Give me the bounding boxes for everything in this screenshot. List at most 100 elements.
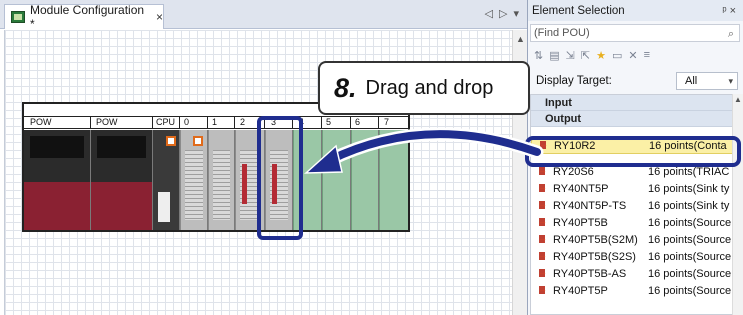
- slot-label: 0: [184, 117, 190, 127]
- item-description: 16 points(Sink ty: [648, 183, 730, 195]
- tab-bar: Module Configuration * × ◁ ▷ ▾: [0, 0, 527, 31]
- scroll-up-icon[interactable]: ▲: [734, 95, 742, 104]
- item-name: RY40PT5B(S2M): [553, 234, 638, 246]
- slot-label: 5: [326, 117, 332, 127]
- display-target-row: Display Target: All ▾: [530, 70, 740, 92]
- tab-close-icon[interactable]: ×: [156, 10, 163, 24]
- item-name: RY40NT5P-TS: [553, 200, 627, 212]
- cpu-module[interactable]: [153, 130, 179, 230]
- scroll-up-icon[interactable]: ▲: [516, 34, 525, 44]
- status-led-icon: [166, 136, 176, 146]
- item-description: 16 points(TRIAC: [648, 166, 730, 178]
- find-placeholder: (Find POU): [534, 27, 590, 39]
- output-module-icon: [537, 267, 548, 280]
- toolbar-options-icon[interactable]: ≡: [644, 49, 650, 61]
- slot-divider: [207, 117, 208, 129]
- module-cover: [91, 182, 152, 230]
- tab-prev-icon[interactable]: ◁: [485, 7, 493, 20]
- output-module-icon: [537, 182, 548, 195]
- tree-section-input[interactable]: Input: [531, 95, 733, 111]
- cpu-ports: [158, 192, 170, 222]
- terminal-block: [185, 150, 203, 220]
- rack-body: [24, 130, 408, 230]
- search-icon[interactable]: ⌕: [728, 26, 734, 42]
- slot-label: 6: [355, 117, 361, 127]
- slot-label: 1: [212, 117, 218, 127]
- slot-divider: [90, 117, 91, 129]
- list-item[interactable]: RY40NT5P-TS 16 points(Sink ty: [531, 198, 733, 215]
- chevron-down-icon: ▾: [728, 76, 733, 86]
- find-pou-input[interactable]: (Find POU) ⌕: [530, 24, 740, 42]
- module-indicator: [242, 164, 247, 204]
- toolbar-expand-icon[interactable]: ⇲: [566, 49, 575, 62]
- empty-slot-7[interactable]: [379, 130, 408, 230]
- item-name: RY40PT5B(S2S): [553, 251, 636, 263]
- toolbar-filter-icon[interactable]: ▤: [549, 49, 559, 62]
- item-description: 16 points(Source: [648, 234, 732, 246]
- empty-slot-5[interactable]: [322, 130, 350, 230]
- empty-slot-6[interactable]: [351, 130, 378, 230]
- output-module-icon: [537, 233, 548, 246]
- slot-divider: [378, 117, 379, 129]
- pin-close-icon[interactable]: ᵖ ×: [722, 5, 736, 17]
- tree-section-output[interactable]: Output: [531, 111, 733, 127]
- item-description: 16 points(Sink ty: [648, 200, 730, 212]
- app-window: Module Configuration * × ◁ ▷ ▾ ▲ POW POW…: [0, 0, 743, 315]
- toolbar-window-icon[interactable]: ▭: [612, 49, 622, 62]
- tab-controls: ◁ ▷ ▾: [485, 7, 519, 20]
- toolbar-sort-icon[interactable]: ⇅: [534, 49, 543, 62]
- display-target-label: Display Target:: [536, 75, 612, 87]
- tab-module-configuration[interactable]: Module Configuration * ×: [4, 3, 164, 31]
- slot-label: CPU: [156, 117, 176, 127]
- favorite-star-icon[interactable]: ★: [596, 49, 606, 62]
- selected-item-highlight: [525, 136, 741, 167]
- display-target-select[interactable]: All ▾: [676, 72, 738, 90]
- item-name: RY40PT5B-AS: [553, 268, 627, 280]
- slot-divider: [350, 117, 351, 129]
- list-item[interactable]: RY40PT5B-AS 16 points(Source: [531, 266, 733, 283]
- tab-title: Module Configuration *: [29, 3, 145, 31]
- instruction-callout: 8. Drag and drop: [318, 61, 530, 115]
- element-toolbar: ⇅ ▤ ⇲ ⇱ ★ ▭ ✕ ≡: [530, 45, 740, 65]
- module-configuration-pane: Module Configuration * × ◁ ▷ ▾ ▲ POW POW…: [0, 0, 527, 315]
- list-item[interactable]: RY40NT5P 16 points(Sink ty: [531, 181, 733, 198]
- module-cover: [24, 182, 90, 230]
- item-name: RY40NT5P: [553, 183, 609, 195]
- item-name: RY20S6: [553, 166, 594, 178]
- item-name: RY40PT5P: [553, 285, 608, 297]
- item-description: 16 points(Source: [648, 268, 732, 280]
- slot-header: POW POW CPU 0 1 2 3 4 5 6 7: [24, 116, 408, 129]
- display-target-value: All: [685, 75, 698, 87]
- output-module-icon: [537, 165, 548, 178]
- base-unit-rack: POW POW CPU 0 1 2 3 4 5 6 7: [22, 102, 410, 232]
- slot-divider: [321, 117, 322, 129]
- tab-menu-icon[interactable]: ▾: [513, 7, 519, 20]
- power-supply-module[interactable]: [24, 130, 90, 230]
- terminal-block: [213, 150, 230, 220]
- io-module-slot-0[interactable]: [180, 130, 207, 230]
- step-instruction: Drag and drop: [365, 76, 494, 99]
- item-description: 16 points(Source: [648, 285, 732, 297]
- list-item[interactable]: RY40PT5B 16 points(Source: [531, 215, 733, 232]
- slot-divider: [179, 117, 180, 129]
- list-item[interactable]: RY40PT5B(S2S) 16 points(Source: [531, 249, 733, 266]
- toolbar-collapse-icon[interactable]: ⇱: [581, 49, 590, 62]
- slot-label: POW: [30, 117, 52, 127]
- panel-title: Element Selection: [532, 4, 625, 17]
- slot-divider: [152, 117, 153, 129]
- element-tree: Input Output RY10R2 16 points(Conta RY20…: [530, 94, 734, 315]
- item-name: RY40PT5B: [553, 217, 608, 229]
- step-number: 8.: [334, 72, 357, 103]
- drop-target-highlight: [257, 116, 303, 240]
- list-item[interactable]: RY40PT5P 16 points(Source: [531, 283, 733, 300]
- output-module-icon: [537, 199, 548, 212]
- tab-next-icon[interactable]: ▷: [499, 7, 507, 20]
- toolbar-delete-icon[interactable]: ✕: [628, 49, 637, 62]
- io-module-slot-1[interactable]: [208, 130, 234, 230]
- list-item[interactable]: RY40PT5B(S2M) 16 points(Source: [531, 232, 733, 249]
- module-panel: [30, 136, 84, 158]
- tree-vertical-scrollbar[interactable]: ▲: [732, 94, 743, 315]
- item-description: 16 points(Source: [648, 217, 732, 229]
- slot-divider: [234, 117, 235, 129]
- power-supply-module[interactable]: [91, 130, 152, 230]
